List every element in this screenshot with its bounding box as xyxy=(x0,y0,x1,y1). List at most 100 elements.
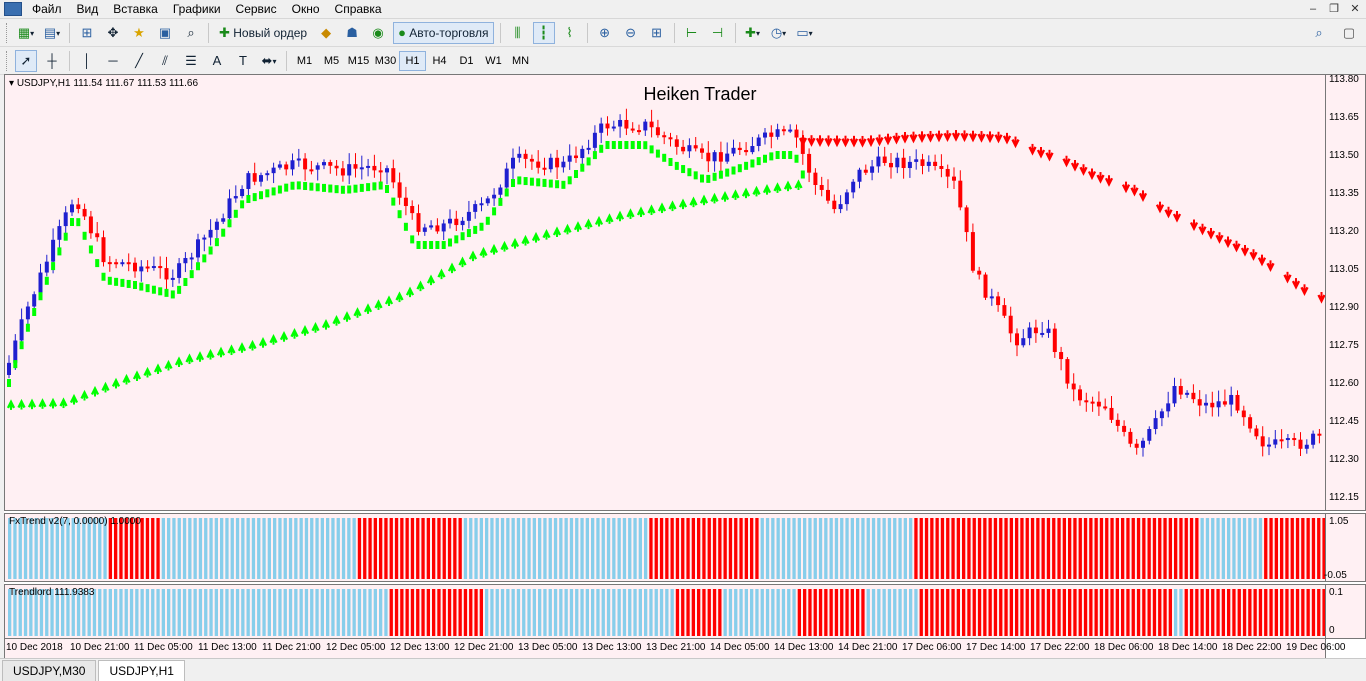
trendlord-pane[interactable]: Trendlord 111.9383 xyxy=(4,584,1326,639)
autoscroll-icon[interactable]: ⊣ xyxy=(707,22,729,44)
histogram-bar xyxy=(940,589,945,636)
strategy-tester-icon[interactable]: ⌕ xyxy=(180,22,202,44)
histogram-bar xyxy=(432,518,436,579)
histogram-bar xyxy=(903,518,907,579)
close-icon[interactable]: ✕ xyxy=(1345,1,1365,18)
timeframe-d1[interactable]: D1 xyxy=(453,51,480,71)
timeframe-m1[interactable]: M1 xyxy=(291,51,318,71)
candle-body xyxy=(693,145,698,149)
signals-icon[interactable]: ☗ xyxy=(341,22,363,44)
terminal-icon[interactable]: ▣ xyxy=(154,22,176,44)
vertical-line-icon[interactable]: │ xyxy=(76,50,98,72)
signal-bar xyxy=(126,279,131,288)
menu-help[interactable]: Справка xyxy=(329,0,391,18)
histogram-bar xyxy=(278,518,282,579)
menu-view[interactable]: Вид xyxy=(71,0,108,18)
menu-tools[interactable]: Сервис xyxy=(230,0,286,18)
chart-shift-icon[interactable]: ⊢ xyxy=(681,22,703,44)
timeframe-h1[interactable]: H1 xyxy=(399,51,426,71)
histogram-bar xyxy=(765,589,770,636)
signal-bar xyxy=(769,152,774,161)
signal-bar xyxy=(82,231,87,240)
templates-button[interactable]: ▭ ▾ xyxy=(794,22,816,44)
horizontal-line-icon[interactable]: ─ xyxy=(102,50,124,72)
timeframe-mn[interactable]: MN xyxy=(507,51,534,71)
periods-button[interactable]: ◷ ▾ xyxy=(768,22,790,44)
minimize-icon[interactable]: – xyxy=(1303,1,1323,18)
histogram-bar xyxy=(299,518,303,579)
histogram-bar xyxy=(1179,518,1183,579)
new-order-button[interactable]: ✚ Новый ордер xyxy=(215,22,311,44)
tile-windows-icon[interactable]: ⊞ xyxy=(646,22,668,44)
candle-body xyxy=(1071,383,1076,390)
histogram-bar xyxy=(98,589,102,636)
histogram-bar xyxy=(1136,589,1141,636)
signal-bar xyxy=(63,232,68,241)
indicators-button[interactable]: ✚ ▾ xyxy=(742,22,764,44)
histogram-bar xyxy=(384,589,388,636)
candle-body xyxy=(504,168,509,188)
text-label-icon[interactable]: T xyxy=(232,50,254,72)
histogram-bar xyxy=(930,589,934,636)
text-icon[interactable]: A xyxy=(206,50,228,72)
profiles-button[interactable]: ▤ ▾ xyxy=(41,22,63,44)
data-window-icon[interactable]: ✥ xyxy=(102,22,124,44)
candle-body xyxy=(284,164,289,170)
histogram-bar xyxy=(1168,589,1172,636)
histogram-bar xyxy=(755,589,759,636)
zoom-out-icon[interactable]: ⊖ xyxy=(620,22,642,44)
timeframe-h4[interactable]: H4 xyxy=(426,51,453,71)
new-chart-button[interactable]: ▦ ▾ xyxy=(15,22,37,44)
metaeditor-icon[interactable]: ◆ xyxy=(315,22,337,44)
time-axis-label: 17 Dec 14:00 xyxy=(966,642,1026,653)
search-icon[interactable]: ⌕ xyxy=(1308,22,1330,44)
line-chart-icon[interactable]: ⌇ xyxy=(559,22,581,44)
candle-body xyxy=(863,169,868,173)
signal-bar xyxy=(214,238,219,247)
fibonacci-icon[interactable]: ☰ xyxy=(180,50,202,72)
menu-file[interactable]: Файл xyxy=(26,0,71,18)
candlestick-icon[interactable]: ┇ xyxy=(532,22,555,44)
timeframe-m30[interactable]: M30 xyxy=(372,51,399,71)
tab-usdjpy-h1[interactable]: USDJPY,H1 xyxy=(98,660,185,681)
price-pane[interactable]: ▾ USDJPY,H1 111.54 111.67 111.53 111.66 … xyxy=(4,74,1326,511)
timeframe-m15[interactable]: M15 xyxy=(345,51,372,71)
market-watch-icon[interactable]: ⊞ xyxy=(76,22,98,44)
fxtrend-pane[interactable]: FxTrend v2(7, 0.0000) 1.0000 xyxy=(4,513,1326,582)
signal-bar xyxy=(95,259,100,268)
bar-chart-icon[interactable]: ⫼ xyxy=(507,22,529,44)
histogram-bar xyxy=(220,518,224,579)
timeframe-w1[interactable]: W1 xyxy=(480,51,507,71)
zoom-in-icon[interactable]: ⊕ xyxy=(594,22,616,44)
timeframe-m5[interactable]: M5 xyxy=(318,51,345,71)
histogram-bar xyxy=(1264,518,1268,579)
menu-window[interactable]: Окно xyxy=(286,0,329,18)
candle-body xyxy=(372,165,377,171)
navigator-icon[interactable]: ★ xyxy=(128,22,150,44)
crosshair-icon[interactable]: ┼ xyxy=(41,50,63,72)
restore-icon[interactable]: ❐ xyxy=(1324,1,1344,18)
market-icon[interactable]: ◉ xyxy=(367,22,389,44)
arrows-button[interactable]: ⬌ ▾ xyxy=(258,50,280,72)
histogram-bar xyxy=(1083,518,1088,579)
trendline-icon[interactable]: ╱ xyxy=(128,50,150,72)
cursor-icon[interactable]: ➚ xyxy=(15,50,37,72)
histogram-bar xyxy=(877,518,881,579)
equidistant-channel-icon[interactable]: ⫽ xyxy=(154,50,176,72)
menu-insert[interactable]: Вставка xyxy=(107,0,167,18)
signal-bar xyxy=(643,141,648,150)
candle-body xyxy=(76,204,81,209)
menu-charts[interactable]: Графики xyxy=(167,0,230,18)
candle-body xyxy=(844,192,849,205)
candle-body xyxy=(1222,401,1227,405)
histogram-bar xyxy=(1253,589,1257,636)
auto-trading-button[interactable]: ● Авто-торговля xyxy=(393,22,494,44)
tab-usdjpy-m30[interactable]: USDJPY,M30 xyxy=(2,660,97,681)
signal-bar xyxy=(107,276,112,285)
candle-body xyxy=(1122,425,1127,432)
chat-icon[interactable]: ▢ xyxy=(1338,22,1360,44)
histogram-bar xyxy=(596,589,600,636)
candle-body xyxy=(567,155,572,162)
signal-bar xyxy=(366,183,371,192)
candle-body xyxy=(1197,399,1202,406)
